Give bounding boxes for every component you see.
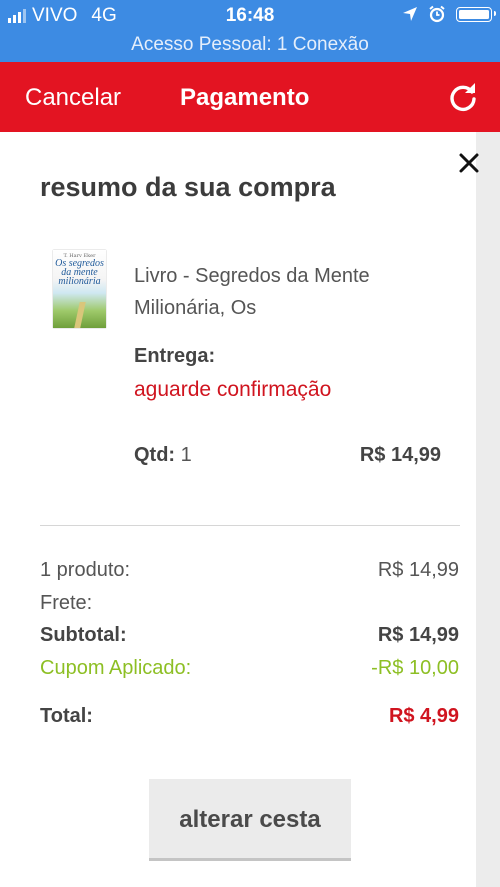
total-row: Total: R$ 4,99 xyxy=(40,705,460,728)
summary-title: resumo da sua compra xyxy=(40,172,336,202)
products-row: 1 produto: R$ 14,99 xyxy=(40,559,460,582)
cover-title: Os segredos da mente milionária xyxy=(55,258,104,287)
shipping-row: Frete: xyxy=(40,592,460,615)
coupon-row: Cupom Aplicado: -R$ 10,00 xyxy=(40,657,460,680)
total-value: R$ 4,99 xyxy=(388,705,459,727)
coupon-value: -R$ 10,00 xyxy=(371,657,459,679)
app-header: Cancelar Pagamento xyxy=(0,62,500,132)
order-summary-card xyxy=(0,132,476,887)
coupon-label: Cupom Aplicado: xyxy=(40,657,192,679)
alarm-icon xyxy=(429,5,445,23)
products-value: R$ 14,99 xyxy=(377,559,459,581)
shipping-label: Frete: xyxy=(40,592,93,614)
divider xyxy=(40,525,460,526)
refresh-icon[interactable] xyxy=(446,80,480,114)
quantity-label: Qtd: xyxy=(134,444,176,466)
subtotal-label: Subtotal: xyxy=(40,624,127,646)
status-right xyxy=(402,5,496,23)
connection-banner[interactable]: Acesso Pessoal: 1 Conexão xyxy=(0,34,500,56)
page-title: Pagamento xyxy=(180,84,310,111)
delivery-status: aguarde confirmação xyxy=(134,378,332,401)
change-cart-button[interactable]: alterar cesta xyxy=(149,779,351,861)
products-label: 1 produto: xyxy=(40,559,131,581)
battery-icon xyxy=(456,6,496,22)
subtotal-row: Subtotal: R$ 14,99 xyxy=(40,624,460,647)
total-label: Total: xyxy=(40,705,93,727)
subtotal-value: R$ 14,99 xyxy=(377,624,459,646)
product-price: R$ 14,99 xyxy=(359,444,441,466)
status-bar: VIVO 4G 16:48 Acesso Pessoal: 1 Conexão xyxy=(0,0,500,62)
product-name: Livro - Segredos da Mente Milionária, Os xyxy=(134,265,370,319)
quantity-value: 1 xyxy=(180,444,192,466)
cancel-button[interactable]: Cancelar xyxy=(25,84,121,112)
location-arrow-icon xyxy=(403,7,417,21)
quantity: Qtd: 1 xyxy=(134,444,192,467)
product-image: T. Harv Eker Os segredos da mente milion… xyxy=(53,250,106,328)
close-icon[interactable] xyxy=(456,150,482,176)
delivery-label: Entrega: xyxy=(134,345,216,367)
